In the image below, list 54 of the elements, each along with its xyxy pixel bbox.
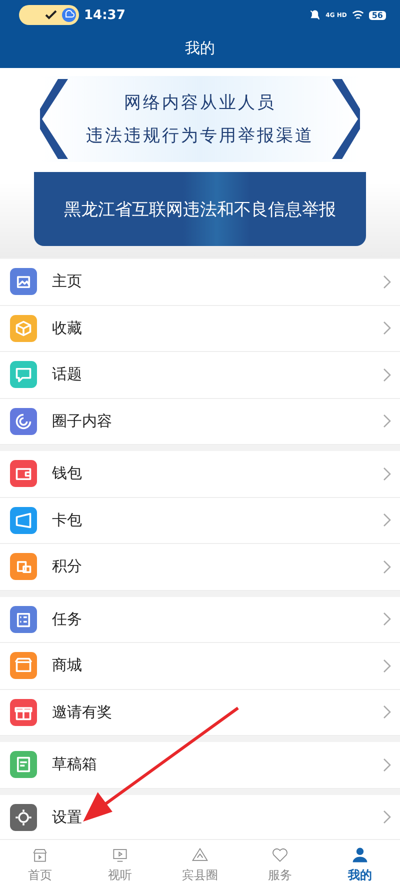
banner-text: 违法违规行为专用举报渠道 bbox=[86, 125, 314, 147]
menu-icon bbox=[10, 314, 37, 342]
nav-tab[interactable]: 首页 bbox=[0, 840, 80, 889]
chevron-right-icon bbox=[383, 414, 391, 428]
report-button[interactable]: 黑龙江省互联网违法和不良信息举报 bbox=[34, 172, 366, 246]
chevron-right-icon bbox=[383, 321, 391, 336]
page-title: 我的 bbox=[184, 38, 216, 59]
chevron-right-icon bbox=[330, 76, 360, 162]
menu-icon bbox=[10, 804, 37, 831]
menu-item[interactable]: 钱包 bbox=[0, 451, 400, 498]
nav-tab[interactable]: 我的 bbox=[320, 840, 400, 889]
menu-icon bbox=[10, 268, 37, 296]
cloud-icon bbox=[62, 8, 76, 22]
menu-icon bbox=[10, 606, 37, 633]
menu-icon bbox=[10, 751, 37, 778]
menu-item[interactable]: 卡包 bbox=[0, 498, 400, 544]
menu-item[interactable]: 话题 bbox=[0, 352, 400, 398]
chevron-right-icon bbox=[383, 466, 391, 481]
chevron-right-icon bbox=[383, 658, 391, 673]
menu-item[interactable]: 任务 bbox=[0, 596, 400, 643]
menu-item[interactable]: 主页 bbox=[0, 259, 400, 306]
menu-icon bbox=[10, 652, 37, 680]
chevron-right-icon bbox=[383, 705, 391, 720]
nav-icon bbox=[271, 846, 289, 864]
chevron-right-icon bbox=[383, 612, 391, 626]
nav-tab[interactable]: 视听 bbox=[80, 840, 160, 889]
menu-icon bbox=[10, 460, 37, 488]
chevron-left-icon bbox=[40, 76, 70, 162]
banner-text: 网络内容从业人员 bbox=[124, 92, 276, 114]
wifi-icon bbox=[352, 9, 364, 21]
menu-item[interactable]: 商城 bbox=[0, 643, 400, 690]
menu-item[interactable]: 积分 bbox=[0, 544, 400, 590]
menu-item[interactable]: 收藏 bbox=[0, 306, 400, 352]
report-banner[interactable]: 网络内容从业人员 违法违规行为专用举报渠道 bbox=[40, 76, 360, 162]
chevron-right-icon bbox=[383, 758, 391, 772]
nav-icon bbox=[351, 846, 369, 864]
check-icon bbox=[44, 8, 58, 22]
chevron-right-icon bbox=[383, 560, 391, 574]
clock-time: 14:37 bbox=[84, 8, 126, 22]
chevron-right-icon bbox=[383, 368, 391, 382]
menu-icon bbox=[10, 361, 37, 388]
nav-tab[interactable]: 宾县圈 bbox=[160, 840, 240, 889]
menu-icon bbox=[10, 698, 37, 726]
mute-bell-icon bbox=[308, 9, 321, 21]
menu-icon bbox=[10, 506, 37, 534]
nav-icon bbox=[191, 846, 209, 864]
battery-level: 56 bbox=[368, 10, 386, 20]
chevron-right-icon bbox=[383, 274, 391, 289]
menu-icon bbox=[10, 553, 37, 580]
chevron-right-icon bbox=[383, 513, 391, 528]
menu-icon bbox=[10, 408, 37, 435]
nav-tab[interactable]: 服务 bbox=[240, 840, 320, 889]
menu-item[interactable]: 圈子内容 bbox=[0, 398, 400, 445]
chevron-right-icon bbox=[383, 810, 391, 824]
